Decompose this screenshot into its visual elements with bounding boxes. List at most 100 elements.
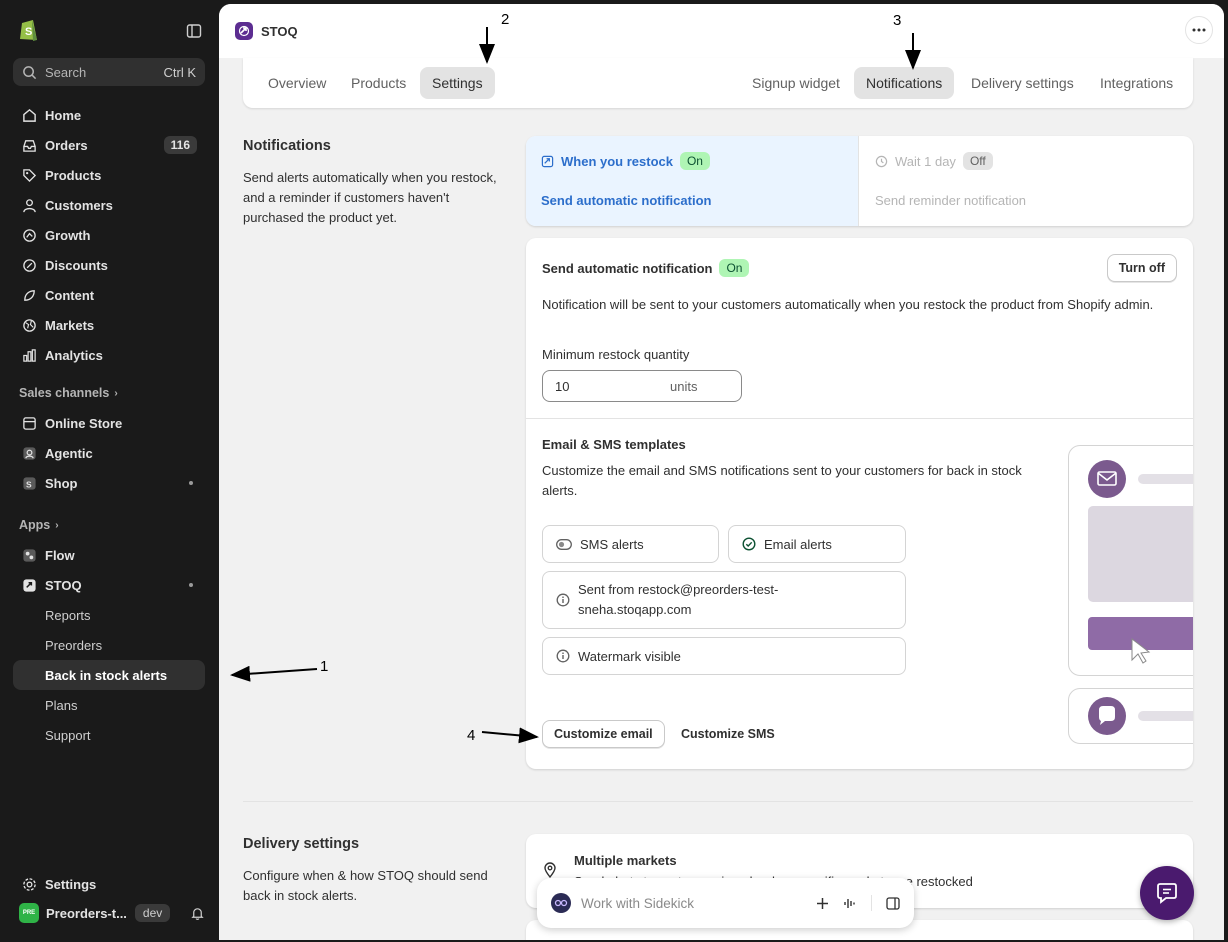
apps-header[interactable]: Apps ›: [13, 510, 205, 540]
sidebar-subitem-reports[interactable]: Reports: [13, 600, 205, 630]
sidebar-panel-icon[interactable]: [886, 896, 900, 910]
tab-settings[interactable]: Settings: [420, 67, 495, 99]
search-placeholder: Search: [45, 64, 87, 80]
automatic-notification-card: Send automatic notification On Turn off …: [526, 238, 1193, 769]
sidebar-item-label: Orders: [45, 137, 88, 153]
sidebar-subitem-support[interactable]: Support: [13, 720, 205, 750]
turn-off-button[interactable]: Turn off: [1106, 254, 1177, 282]
tab-label: Overview: [268, 75, 327, 91]
sidebar-item-markets[interactable]: Markets: [13, 310, 205, 340]
sidebar-item-label: Customers: [45, 197, 113, 213]
sidebar-item-label: Online Store: [45, 415, 123, 431]
divider: [526, 418, 1193, 419]
tab-label: Settings: [432, 75, 483, 91]
sidebar-subitem-label: Back in stock alerts: [45, 667, 168, 683]
info-icon: [556, 593, 570, 607]
tab-signup-widget[interactable]: Signup widget: [740, 67, 852, 99]
tab-overview[interactable]: Overview: [256, 67, 338, 99]
chevron-right-icon: ›: [55, 519, 59, 531]
sms-alerts-chip: SMS alerts: [542, 525, 719, 563]
notifications-title: Notifications: [243, 138, 331, 154]
chat-button[interactable]: [1140, 866, 1194, 920]
bar-chart-icon: [21, 347, 37, 363]
sidebar-item-home[interactable]: Home: [13, 100, 205, 130]
card-title: Send automatic notification: [542, 260, 713, 276]
annotation-label-4: 4: [467, 727, 476, 744]
sidebar-subitem-back-in-stock-alerts[interactable]: Back in stock alerts: [13, 660, 205, 690]
step-link[interactable]: Send automatic notification: [541, 193, 711, 208]
sidebar-item-online-store[interactable]: Online Store: [13, 408, 205, 438]
sidekick-actions: [816, 895, 900, 911]
sales-channels-header[interactable]: Sales channels ›: [13, 378, 205, 408]
sidebar-item-customers[interactable]: Customers: [13, 190, 205, 220]
sidebar-item-discounts[interactable]: Discounts: [13, 250, 205, 280]
status-badge: Off: [962, 152, 993, 170]
plus-icon[interactable]: [816, 897, 829, 910]
inbox-icon: [21, 137, 37, 153]
sidebar-subitem-preorders[interactable]: Preorders: [13, 630, 205, 660]
tab-label: Products: [351, 75, 407, 91]
sidebar-item-label: Discounts: [45, 257, 108, 273]
templates-desc: Customize the email and SMS notification…: [542, 463, 1022, 498]
delivery-title: Delivery settings: [243, 836, 360, 852]
sidebar-toggle-icon[interactable]: [186, 23, 202, 39]
tab-delivery-settings[interactable]: Delivery settings: [959, 67, 1086, 99]
restock-icon: [541, 155, 554, 168]
sidebar-item-label: Content: [45, 287, 95, 303]
sidekick-avatar-icon: [551, 893, 571, 913]
tab-integrations[interactable]: Integrations: [1088, 67, 1185, 99]
sidebar-item-content[interactable]: Content: [13, 280, 205, 310]
delivery-desc: Configure when & how STOQ should send ba…: [243, 868, 488, 903]
sidebar-item-stoq[interactable]: STOQ: [13, 570, 205, 600]
sidebar-item-agentic[interactable]: Agentic: [13, 438, 205, 468]
bell-icon[interactable]: [190, 906, 205, 921]
sidebar-item-label: Home: [45, 107, 82, 123]
notification-step-selector: When you restock On Send automatic notif…: [526, 136, 1193, 226]
tab-label: Signup widget: [752, 75, 840, 91]
card-header: Send automatic notification On: [542, 259, 750, 277]
sidebar-item-orders[interactable]: Orders 116: [13, 130, 205, 160]
min-restock-input[interactable]: 10 units: [542, 370, 742, 402]
customize-email-button[interactable]: Customize email: [542, 720, 665, 748]
tab-products[interactable]: Products: [339, 67, 418, 99]
sidebar-item-settings[interactable]: Settings: [13, 869, 205, 899]
search-input[interactable]: Search Ctrl K: [13, 58, 205, 86]
voice-waveform-icon[interactable]: [843, 897, 857, 910]
customize-sms-button[interactable]: Customize SMS: [681, 720, 775, 748]
more-horizontal-icon: [1192, 28, 1206, 32]
tabs-bar: Overview Products Settings Signup widget…: [243, 58, 1193, 108]
status-dot: [189, 583, 193, 587]
divider: [871, 895, 872, 911]
chat-bubble-icon: [1157, 883, 1177, 904]
svg-text:S: S: [25, 26, 32, 38]
sidekick-input[interactable]: Work with Sidekick: [581, 896, 694, 911]
sms-preview-illustration: [1088, 697, 1193, 735]
min-restock-unit: units: [670, 378, 698, 394]
store-icon: [21, 415, 37, 431]
sidebar-item-growth[interactable]: Growth: [13, 220, 205, 250]
sidebar-item-products[interactable]: Products: [13, 160, 205, 190]
person-icon: [21, 197, 37, 213]
sidebar-item-analytics[interactable]: Analytics: [13, 340, 205, 370]
shopify-logo-icon[interactable]: S: [18, 18, 40, 42]
sidebar-item-label: Shop: [45, 475, 78, 491]
status-badge: On: [679, 152, 710, 170]
sidebar-item-label: Settings: [45, 876, 97, 892]
info-icon: [556, 649, 570, 663]
market-title: Multiple markets: [574, 853, 677, 868]
sidebar-subitem-plans[interactable]: Plans: [13, 690, 205, 720]
store-switcher[interactable]: PRE Preorders-t... dev: [19, 903, 205, 923]
sidebar: S Search Ctrl K Home Orders 116 Products…: [0, 0, 219, 942]
step-link[interactable]: Send reminder notification: [875, 193, 1026, 208]
tab-notifications[interactable]: Notifications: [854, 67, 955, 99]
step-when-you-restock[interactable]: When you restock On Send automatic notif…: [526, 136, 859, 226]
step-wait-1-day[interactable]: Wait 1 day Off Send reminder notificatio…: [860, 136, 1193, 226]
more-actions-button[interactable]: [1185, 16, 1213, 44]
sidekick-bar[interactable]: Work with Sidekick: [537, 878, 914, 928]
search-shortcut: Ctrl K: [163, 64, 197, 80]
sidebar-item-flow[interactable]: Flow: [13, 540, 205, 570]
toggle-off-icon: [556, 538, 572, 550]
sidebar-item-label: STOQ: [45, 577, 82, 593]
gear-icon: [21, 876, 37, 892]
sidebar-item-shop[interactable]: S Shop: [13, 468, 205, 498]
